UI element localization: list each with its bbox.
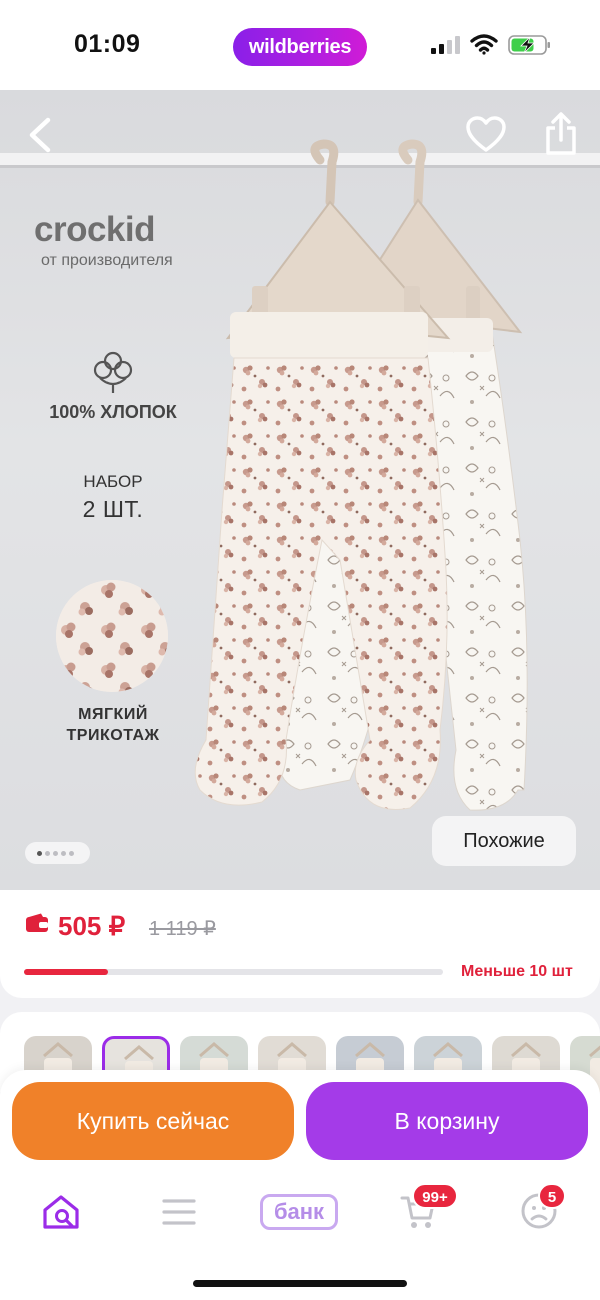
bottom-action-bar: Купить сейчас В корзину банк 99+ 5 — [0, 1070, 600, 1300]
brand-subtitle: от производителя — [41, 252, 173, 269]
feature-fabric: МЯГКИЙ ТРИКОТАЖ — [40, 704, 186, 746]
feature-fabric-line-1: МЯГКИЙ — [78, 706, 148, 723]
stock-label: Меньше 10 шт — [461, 963, 573, 980]
profile-badge: 5 — [538, 1183, 566, 1209]
brand-logo: crockid — [34, 210, 156, 249]
buy-now-button[interactable]: Купить сейчас — [12, 1082, 294, 1160]
price-card: 505 ₽ 1 119 ₽ Меньше 10 шт — [0, 890, 600, 998]
battery-charging-icon — [508, 35, 550, 55]
stock-progress-fill — [24, 969, 108, 975]
page-dot — [45, 851, 50, 856]
bank-tab[interactable]: банк — [260, 1194, 338, 1230]
wallet-icon — [26, 913, 48, 932]
page-dot — [69, 851, 74, 856]
heart-icon[interactable] — [466, 116, 506, 154]
share-icon[interactable] — [542, 112, 580, 156]
page-dot — [53, 851, 58, 856]
gallery-page-indicator — [25, 842, 90, 864]
back-arrow-icon[interactable] — [22, 114, 58, 156]
brand-pill: wildberries — [233, 28, 367, 66]
add-to-cart-button[interactable]: В корзину — [306, 1082, 588, 1160]
current-price: 505 ₽ — [58, 911, 126, 941]
feature-fabric-line-2: ТРИКОТАЖ — [66, 727, 160, 744]
page-dot — [37, 851, 42, 856]
home-search-icon[interactable] — [42, 1194, 80, 1230]
feature-set-label: НАБОР — [83, 472, 143, 491]
signal-icon — [431, 36, 460, 54]
page-dot — [61, 851, 66, 856]
status-bar: 01:09 wildberries — [0, 0, 600, 90]
wifi-icon — [470, 34, 498, 55]
similar-button[interactable]: Похожие — [432, 816, 576, 866]
cotton-flower-icon — [93, 351, 133, 393]
status-time: 01:09 — [74, 30, 141, 58]
old-price: 1 119 ₽ — [149, 918, 216, 940]
catalog-menu-icon[interactable] — [161, 1198, 197, 1226]
home-indicator — [193, 1280, 407, 1287]
feature-set-count: 2 ШТ. — [82, 496, 144, 522]
cart-badge: 99+ — [412, 1183, 458, 1209]
stock-progress — [24, 969, 443, 975]
fabric-swatch — [56, 580, 168, 692]
product-screen: 01:09 wildberries crockid от производите… — [0, 0, 600, 1300]
product-image-carousel[interactable]: crockid от производителя 100% ХЛОПОК НАБ… — [0, 90, 600, 890]
feature-cotton: 100% ХЛОПОК — [49, 402, 177, 422]
